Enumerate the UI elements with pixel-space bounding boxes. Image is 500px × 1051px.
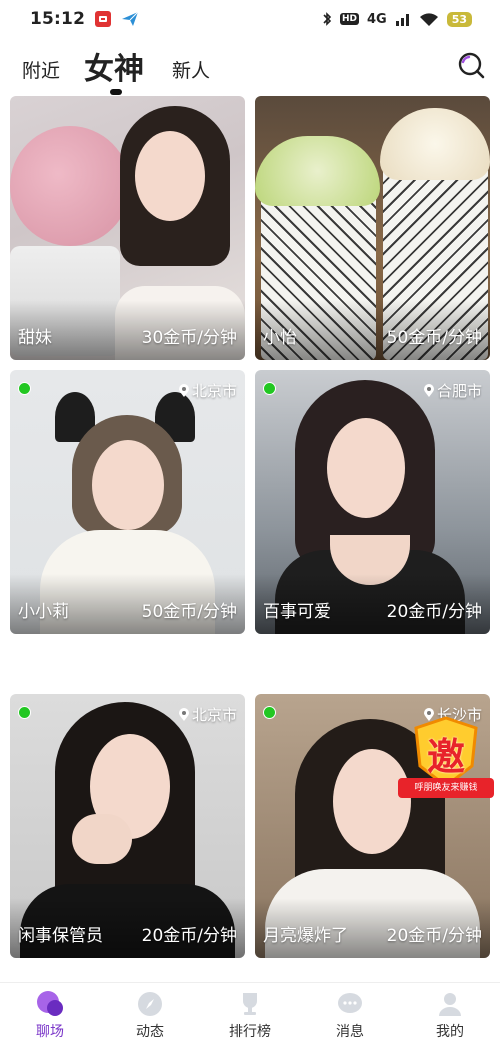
online-indicator xyxy=(18,382,31,395)
send-app-icon xyxy=(122,11,139,26)
card-name: 月亮爆炸了 xyxy=(263,926,348,946)
compass-icon xyxy=(138,992,162,1016)
online-indicator xyxy=(263,382,276,395)
status-time: 15:12 xyxy=(30,9,86,29)
chat-bubbles-icon xyxy=(37,991,63,1016)
status-bar: 15:12 HD 4G 53 xyxy=(0,0,500,38)
profile-card[interactable]: 北京市 小小莉 50金币/分钟 xyxy=(10,370,245,634)
top-tabs: 附近 女神 新人 xyxy=(0,38,500,96)
location-label: 北京市 xyxy=(178,380,237,401)
card-name: 甜妹 xyxy=(18,328,52,348)
nav-label: 聊场 xyxy=(36,1024,64,1040)
card-name: 闲事保管员 xyxy=(18,926,103,946)
profile-card[interactable]: 小怡 50金币/分钟 xyxy=(255,96,490,360)
card-name: 小怡 xyxy=(263,328,297,348)
nav-chat-hall[interactable]: 聊场 xyxy=(0,983,100,1051)
nav-messages[interactable]: 消息 xyxy=(300,983,400,1051)
profile-icon xyxy=(439,993,461,1016)
nav-profile[interactable]: 我的 xyxy=(400,983,500,1051)
nav-ranking[interactable]: 排行榜 xyxy=(200,983,300,1051)
promo-banner-text: 呼朋唤友来赚钱 xyxy=(398,778,494,798)
card-price: 50金币/分钟 xyxy=(386,328,482,348)
city-text: 北京市 xyxy=(191,706,237,724)
tab-nearby[interactable]: 附近 xyxy=(22,56,60,83)
signal-icon xyxy=(395,14,409,26)
card-price: 20金币/分钟 xyxy=(386,926,482,946)
nav-label: 排行榜 xyxy=(229,1024,271,1040)
location-pin-icon xyxy=(423,384,434,397)
message-icon xyxy=(338,993,362,1013)
card-name: 小小莉 xyxy=(18,602,69,622)
nav-label: 动态 xyxy=(136,1024,164,1040)
bottom-nav: 聊场 动态 排行榜 消息 我的 xyxy=(0,982,500,1051)
tab-new[interactable]: 新人 xyxy=(172,56,210,83)
profile-grid: 甜妹 30金币/分钟 小怡 50金币/分钟 北京市 小小莉 50金币/分钟 合肥… xyxy=(10,96,490,982)
nav-label: 我的 xyxy=(436,1024,464,1040)
promo-char: 邀 xyxy=(426,735,465,779)
nav-moments[interactable]: 动态 xyxy=(100,983,200,1051)
network-type: 4G xyxy=(366,11,387,27)
notification-app-icon xyxy=(95,11,112,27)
hd-badge: HD xyxy=(339,13,359,25)
profile-card[interactable]: 合肥市 百事可爱 20金币/分钟 xyxy=(255,370,490,634)
location-label: 北京市 xyxy=(178,704,237,725)
location-label: 合肥市 xyxy=(423,380,482,401)
battery-indicator: 53 xyxy=(446,11,472,27)
online-indicator xyxy=(18,706,31,719)
nav-label: 消息 xyxy=(336,1024,364,1040)
online-indicator xyxy=(263,706,276,719)
city-text: 北京市 xyxy=(191,382,237,400)
bluetooth-icon xyxy=(323,12,332,26)
profile-card[interactable]: 甜妹 30金币/分钟 xyxy=(10,96,245,360)
trophy-icon xyxy=(243,993,257,1015)
search-icon[interactable] xyxy=(455,50,487,82)
card-price: 20金币/分钟 xyxy=(141,926,237,946)
card-price: 50金币/分钟 xyxy=(141,602,237,622)
invite-promo-badge[interactable]: 邀 呼朋唤友来赚钱 xyxy=(396,716,496,800)
active-tab-indicator xyxy=(110,89,122,95)
wifi-icon xyxy=(419,12,438,26)
card-price: 20金币/分钟 xyxy=(386,602,482,622)
location-pin-icon xyxy=(178,708,189,721)
location-pin-icon xyxy=(178,384,189,397)
card-price: 30金币/分钟 xyxy=(141,328,237,348)
city-text: 合肥市 xyxy=(436,382,482,400)
profile-card[interactable]: 北京市 闲事保管员 20金币/分钟 xyxy=(10,694,245,958)
tab-goddess[interactable]: 女神 xyxy=(84,44,144,88)
card-name: 百事可爱 xyxy=(263,602,331,622)
